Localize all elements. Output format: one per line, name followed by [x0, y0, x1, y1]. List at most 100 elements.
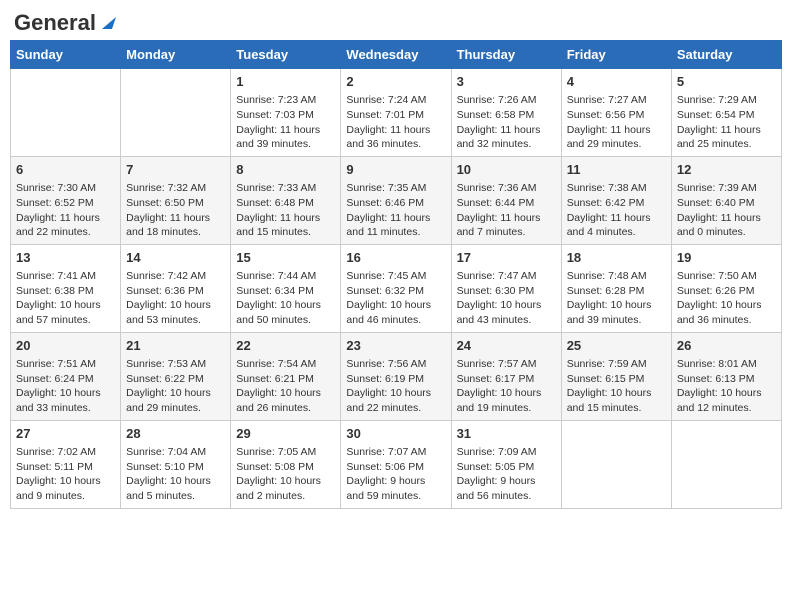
day-info: Sunrise: 7:24 AM Sunset: 7:01 PM Dayligh… — [346, 93, 445, 152]
calendar-cell: 29 Sunrise: 7:05 AM Sunset: 5:08 PM Dayli… — [231, 420, 341, 508]
day-number: 25 — [567, 337, 666, 355]
day-number: 16 — [346, 249, 445, 267]
day-info: Sunrise: 7:56 AM Sunset: 6:19 PM Dayligh… — [346, 357, 445, 416]
day-info: Sunrise: 7:32 AM Sunset: 6:50 PM Dayligh… — [126, 181, 225, 240]
calendar-cell: 12 Sunrise: 7:39 AM Sunset: 6:40 PM Dayli… — [671, 156, 781, 244]
day-number: 12 — [677, 161, 776, 179]
day-info: Sunrise: 7:27 AM Sunset: 6:56 PM Dayligh… — [567, 93, 666, 152]
day-number: 29 — [236, 425, 335, 443]
calendar-cell: 19Sunrise: 7:50 AM Sunset: 6:26 PM Dayli… — [671, 244, 781, 332]
calendar-cell: 5 Sunrise: 7:29 AM Sunset: 6:54 PM Daylig… — [671, 69, 781, 157]
calendar-cell: 18Sunrise: 7:48 AM Sunset: 6:28 PM Dayli… — [561, 244, 671, 332]
day-info: Sunrise: 7:59 AM Sunset: 6:15 PM Dayligh… — [567, 357, 666, 416]
day-number: 23 — [346, 337, 445, 355]
week-row-3: 13 Sunrise: 7:41 AM Sunset: 6:38 PM Dayli… — [11, 244, 782, 332]
day-number: 20 — [16, 337, 115, 355]
calendar-cell: 14 Sunrise: 7:42 AM Sunset: 6:36 PM Dayli… — [121, 244, 231, 332]
calendar-cell: 22Sunrise: 7:54 AM Sunset: 6:21 PM Dayli… — [231, 332, 341, 420]
week-row-4: 20 Sunrise: 7:51 AM Sunset: 6:24 PM Dayli… — [11, 332, 782, 420]
day-info: Sunrise: 7:23 AM Sunset: 7:03 PM Dayligh… — [236, 93, 335, 152]
day-info: Sunrise: 7:05 AM Sunset: 5:08 PM Dayligh… — [236, 445, 335, 504]
day-number: 22 — [236, 337, 335, 355]
day-info: Sunrise: 7:42 AM Sunset: 6:36 PM Dayligh… — [126, 269, 225, 328]
calendar-cell — [11, 69, 121, 157]
logo: General — [14, 10, 116, 32]
day-info: Sunrise: 7:38 AM Sunset: 6:42 PM Dayligh… — [567, 181, 666, 240]
calendar-cell: 10 Sunrise: 7:36 AM Sunset: 6:44 PM Dayli… — [451, 156, 561, 244]
day-info: Sunrise: 7:57 AM Sunset: 6:17 PM Dayligh… — [457, 357, 556, 416]
calendar-cell: 21Sunrise: 7:53 AM Sunset: 6:22 PM Dayli… — [121, 332, 231, 420]
calendar-cell: 24 Sunrise: 7:57 AM Sunset: 6:17 PM Dayli… — [451, 332, 561, 420]
day-info: Sunrise: 7:29 AM Sunset: 6:54 PM Dayligh… — [677, 93, 776, 152]
day-number: 8 — [236, 161, 335, 179]
day-number: 6 — [16, 161, 115, 179]
day-number: 14 — [126, 249, 225, 267]
day-info: Sunrise: 7:50 AM Sunset: 6:26 PM Dayligh… — [677, 269, 776, 328]
calendar-cell: 31 Sunrise: 7:09 AM Sunset: 5:05 PM Dayli… — [451, 420, 561, 508]
calendar-cell: 6Sunrise: 7:30 AM Sunset: 6:52 PM Daylig… — [11, 156, 121, 244]
day-header-monday: Monday — [121, 41, 231, 69]
day-info: Sunrise: 7:39 AM Sunset: 6:40 PM Dayligh… — [677, 181, 776, 240]
calendar-cell — [121, 69, 231, 157]
calendar-cell: 4 Sunrise: 7:27 AM Sunset: 6:56 PM Daylig… — [561, 69, 671, 157]
day-header-thursday: Thursday — [451, 41, 561, 69]
day-info: Sunrise: 7:04 AM Sunset: 5:10 PM Dayligh… — [126, 445, 225, 504]
day-number: 15 — [236, 249, 335, 267]
week-row-2: 6Sunrise: 7:30 AM Sunset: 6:52 PM Daylig… — [11, 156, 782, 244]
day-info: Sunrise: 7:51 AM Sunset: 6:24 PM Dayligh… — [16, 357, 115, 416]
calendar-cell: 8 Sunrise: 7:33 AM Sunset: 6:48 PM Daylig… — [231, 156, 341, 244]
day-header-tuesday: Tuesday — [231, 41, 341, 69]
day-number: 30 — [346, 425, 445, 443]
week-row-1: 1 Sunrise: 7:23 AM Sunset: 7:03 PM Daylig… — [11, 69, 782, 157]
day-info: Sunrise: 7:33 AM Sunset: 6:48 PM Dayligh… — [236, 181, 335, 240]
day-number: 5 — [677, 73, 776, 91]
day-header-wednesday: Wednesday — [341, 41, 451, 69]
day-header-friday: Friday — [561, 41, 671, 69]
calendar-cell — [671, 420, 781, 508]
calendar-cell: 11 Sunrise: 7:38 AM Sunset: 6:42 PM Dayli… — [561, 156, 671, 244]
day-info: Sunrise: 7:41 AM Sunset: 6:38 PM Dayligh… — [16, 269, 115, 328]
day-number: 31 — [457, 425, 556, 443]
calendar-cell: 26Sunrise: 8:01 AM Sunset: 6:13 PM Dayli… — [671, 332, 781, 420]
week-row-5: 27 Sunrise: 7:02 AM Sunset: 5:11 PM Dayli… — [11, 420, 782, 508]
logo-text-general: General — [14, 10, 96, 36]
day-number: 9 — [346, 161, 445, 179]
calendar-cell: 17Sunrise: 7:47 AM Sunset: 6:30 PM Dayli… — [451, 244, 561, 332]
calendar-cell: 20 Sunrise: 7:51 AM Sunset: 6:24 PM Dayli… — [11, 332, 121, 420]
day-header-saturday: Saturday — [671, 41, 781, 69]
day-number: 10 — [457, 161, 556, 179]
calendar-table: SundayMondayTuesdayWednesdayThursdayFrid… — [10, 40, 782, 509]
day-number: 26 — [677, 337, 776, 355]
day-number: 2 — [346, 73, 445, 91]
logo-triangle-icon — [98, 13, 116, 31]
day-number: 7 — [126, 161, 225, 179]
calendar-cell: 25 Sunrise: 7:59 AM Sunset: 6:15 PM Dayli… — [561, 332, 671, 420]
calendar-cell: 1 Sunrise: 7:23 AM Sunset: 7:03 PM Daylig… — [231, 69, 341, 157]
day-info: Sunrise: 7:47 AM Sunset: 6:30 PM Dayligh… — [457, 269, 556, 328]
header-row: SundayMondayTuesdayWednesdayThursdayFrid… — [11, 41, 782, 69]
day-number: 21 — [126, 337, 225, 355]
day-info: Sunrise: 7:09 AM Sunset: 5:05 PM Dayligh… — [457, 445, 556, 504]
calendar-cell: 9 Sunrise: 7:35 AM Sunset: 6:46 PM Daylig… — [341, 156, 451, 244]
calendar-cell: 15Sunrise: 7:44 AM Sunset: 6:34 PM Dayli… — [231, 244, 341, 332]
day-info: Sunrise: 7:35 AM Sunset: 6:46 PM Dayligh… — [346, 181, 445, 240]
day-number: 11 — [567, 161, 666, 179]
calendar-cell: 16 Sunrise: 7:45 AM Sunset: 6:32 PM Dayli… — [341, 244, 451, 332]
day-info: Sunrise: 7:48 AM Sunset: 6:28 PM Dayligh… — [567, 269, 666, 328]
page-header: General — [10, 10, 782, 32]
calendar-cell — [561, 420, 671, 508]
day-number: 4 — [567, 73, 666, 91]
day-number: 24 — [457, 337, 556, 355]
day-number: 1 — [236, 73, 335, 91]
day-info: Sunrise: 7:36 AM Sunset: 6:44 PM Dayligh… — [457, 181, 556, 240]
calendar-cell: 30Sunrise: 7:07 AM Sunset: 5:06 PM Dayli… — [341, 420, 451, 508]
day-header-sunday: Sunday — [11, 41, 121, 69]
day-number: 3 — [457, 73, 556, 91]
day-number: 27 — [16, 425, 115, 443]
day-number: 28 — [126, 425, 225, 443]
calendar-cell: 28 Sunrise: 7:04 AM Sunset: 5:10 PM Dayli… — [121, 420, 231, 508]
day-number: 13 — [16, 249, 115, 267]
day-info: Sunrise: 7:02 AM Sunset: 5:11 PM Dayligh… — [16, 445, 115, 504]
day-info: Sunrise: 7:45 AM Sunset: 6:32 PM Dayligh… — [346, 269, 445, 328]
calendar-cell: 23 Sunrise: 7:56 AM Sunset: 6:19 PM Dayli… — [341, 332, 451, 420]
